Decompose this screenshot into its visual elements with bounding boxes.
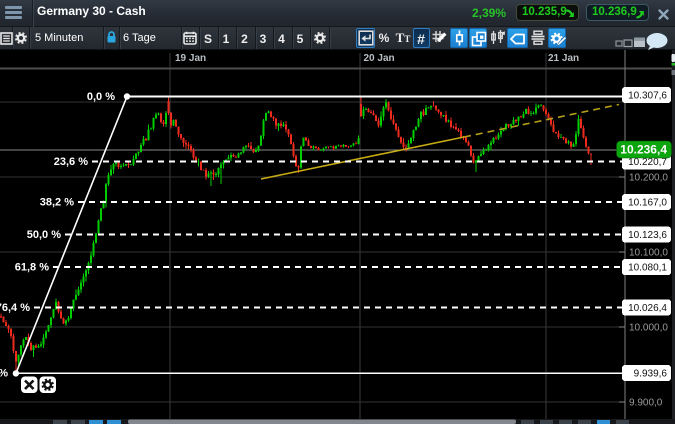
svg-text:9.939,6: 9.939,6 <box>634 369 668 380</box>
svg-text:10.026,4: 10.026,4 <box>628 303 667 314</box>
svg-text:10.000,0: 10.000,0 <box>629 323 668 334</box>
svg-text:38,2 %: 38,2 % <box>40 197 74 209</box>
svg-text:21 Jan: 21 Jan <box>548 53 579 64</box>
svg-text:10.123,6: 10.123,6 <box>628 230 667 241</box>
svg-text:20 Jan: 20 Jan <box>364 53 395 64</box>
svg-text:10.167,0: 10.167,0 <box>628 198 667 209</box>
svg-text:10.220,7: 10.220,7 <box>628 157 667 168</box>
svg-text:10.100,0: 10.100,0 <box>629 248 668 259</box>
svg-text:61,8 %: 61,8 % <box>15 262 49 274</box>
svg-text:100,0 %: 100,0 % <box>0 368 8 380</box>
svg-text:10.200,0: 10.200,0 <box>629 173 668 184</box>
svg-text:10.236,4: 10.236,4 <box>620 143 667 157</box>
svg-text:10.080,1: 10.080,1 <box>628 263 667 274</box>
svg-text:19 Jan: 19 Jan <box>175 53 206 64</box>
svg-text:9.900,0: 9.900,0 <box>629 398 663 409</box>
svg-text:23,6 %: 23,6 % <box>54 156 88 168</box>
svg-text:50,0 %: 50,0 % <box>27 229 61 241</box>
svg-text:0,0 %: 0,0 % <box>87 91 115 103</box>
svg-text:10.307,6: 10.307,6 <box>628 91 667 102</box>
svg-text:76,4 %: 76,4 % <box>0 302 30 314</box>
